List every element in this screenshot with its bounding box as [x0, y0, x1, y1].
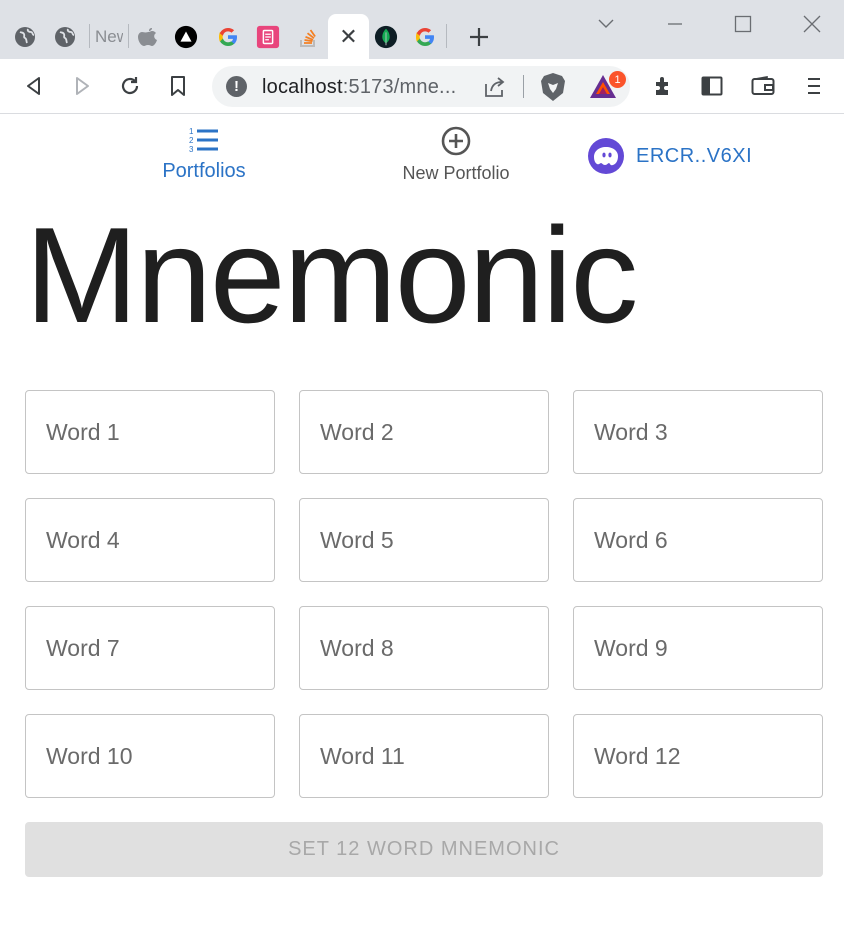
nav-portfolios-label: Portfolios: [162, 160, 246, 182]
browser-tab[interactable]: [294, 14, 322, 59]
browser-tab[interactable]: [213, 14, 243, 59]
sidebar-icon: [701, 76, 723, 96]
set-mnemonic-button[interactable]: SET 12 WORD MNEMONIC: [25, 822, 823, 877]
word-input-10[interactable]: [25, 714, 275, 798]
word-input-3[interactable]: [573, 390, 823, 474]
wallet-button[interactable]: [746, 69, 780, 103]
word-input-8[interactable]: [299, 606, 549, 690]
bookmark-icon: [171, 76, 185, 96]
word-input-4[interactable]: [25, 498, 275, 582]
svg-text:3: 3: [189, 145, 194, 154]
browser-tab[interactable]: [410, 14, 440, 59]
browser-tab-active[interactable]: ✕: [328, 14, 369, 59]
address-bar[interactable]: ! localhost:5173/mne... 1: [212, 66, 630, 107]
browser-tab[interactable]: New: [93, 14, 125, 59]
svg-text:2: 2: [189, 136, 194, 145]
tab-search-button[interactable]: [586, 8, 626, 40]
word-input-11[interactable]: [299, 714, 549, 798]
globe-icon: [53, 25, 77, 49]
maximize-icon: [734, 15, 752, 33]
browser-tab[interactable]: [371, 14, 401, 59]
tab-title: New: [95, 26, 123, 46]
nav-new-portfolio[interactable]: New Portfolio: [397, 126, 515, 184]
phantom-wallet-icon: [588, 138, 624, 174]
numbered-list-icon: 1 2 3: [189, 127, 218, 154]
share-icon[interactable]: [482, 74, 508, 100]
back-button[interactable]: [17, 69, 51, 103]
chevron-down-icon: [598, 19, 614, 28]
reload-button[interactable]: [113, 69, 147, 103]
close-icon: [803, 15, 821, 33]
forward-icon: [76, 77, 89, 95]
word-input-1[interactable]: [25, 390, 275, 474]
forward-button[interactable]: [65, 69, 99, 103]
add-circle-icon: [441, 126, 471, 156]
word-input-5[interactable]: [299, 498, 549, 582]
rewards-badge: 1: [609, 71, 626, 88]
sidebar-toggle-button[interactable]: [695, 69, 729, 103]
hamburger-menu-icon: [808, 78, 820, 94]
info-icon[interactable]: !: [226, 76, 247, 97]
omnibox-divider: [523, 75, 524, 98]
tab-separator: [446, 24, 447, 48]
tab-strip: New ✕: [0, 0, 844, 59]
word-input-12[interactable]: [573, 714, 823, 798]
svg-text:1: 1: [189, 127, 194, 136]
close-window-button[interactable]: [792, 8, 832, 40]
browser-tab[interactable]: [8, 14, 42, 59]
tab-separator: [89, 24, 90, 48]
triangle-logo-icon: [174, 25, 198, 49]
account-button[interactable]: ERCR..V6XI: [588, 138, 752, 174]
tab-separator: [128, 24, 129, 48]
new-tab-button[interactable]: [463, 21, 495, 53]
back-icon: [27, 77, 40, 95]
word-input-2[interactable]: [299, 390, 549, 474]
nav-new-portfolio-label: New Portfolio: [402, 163, 510, 183]
browser-tab[interactable]: [253, 14, 283, 59]
wallet-icon: [751, 76, 775, 95]
minimize-icon: [668, 23, 682, 25]
extensions-button[interactable]: [647, 69, 681, 103]
google-icon: [216, 25, 240, 49]
mongodb-leaf-icon: [374, 25, 398, 49]
browser-toolbar: ! localhost:5173/mne... 1: [0, 59, 844, 114]
mnemonic-word-grid: [25, 390, 823, 798]
word-input-6[interactable]: [573, 498, 823, 582]
nav-portfolios[interactable]: 1 2 3 Portfolios: [159, 126, 249, 183]
word-input-9[interactable]: [573, 606, 823, 690]
apple-icon: [136, 25, 160, 49]
brave-shields-icon[interactable]: [539, 72, 567, 102]
puzzle-icon: [656, 77, 668, 95]
page-title: Mnemonic: [25, 199, 638, 351]
account-address: ERCR..V6XI: [636, 144, 753, 167]
maximize-button[interactable]: [723, 8, 763, 40]
bookmark-button[interactable]: [161, 69, 195, 103]
close-tab-icon[interactable]: ✕: [339, 25, 357, 48]
browser-tab[interactable]: [134, 14, 162, 59]
globe-icon: [13, 25, 37, 49]
stackoverflow-icon: [296, 25, 320, 49]
google-icon: [413, 25, 437, 49]
menu-button[interactable]: [797, 69, 831, 103]
minimize-button[interactable]: [655, 8, 695, 40]
reload-icon: [121, 77, 139, 95]
word-input-7[interactable]: [25, 606, 275, 690]
plus-icon: [470, 28, 488, 46]
browser-tab[interactable]: [171, 14, 201, 59]
url-text[interactable]: localhost:5173/mne...: [262, 76, 456, 99]
browser-tab[interactable]: [48, 14, 82, 59]
clipboard-icon: [256, 25, 280, 49]
